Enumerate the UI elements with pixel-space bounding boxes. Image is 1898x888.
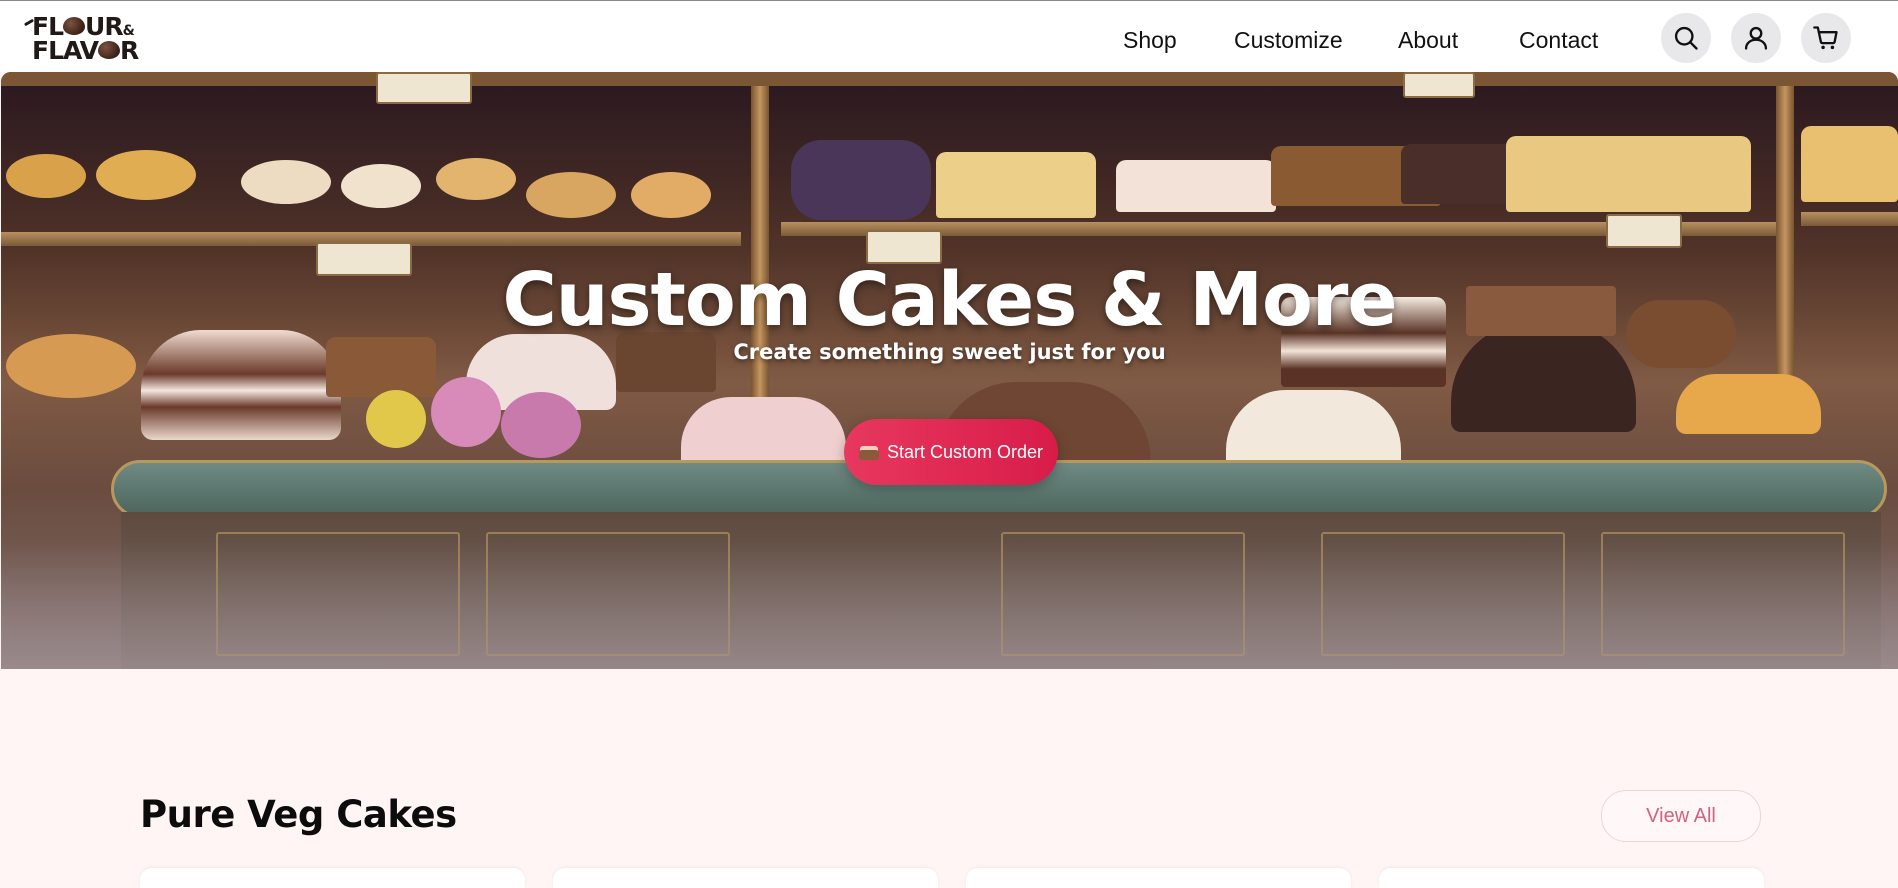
- account-button[interactable]: [1731, 13, 1781, 63]
- start-custom-order-label: Start Custom Order: [886, 441, 1044, 462]
- top-beam: [1, 72, 1898, 86]
- hero-banner: Custom Cakes & More Create something swe…: [1, 72, 1898, 669]
- pastry: [436, 158, 516, 200]
- product-card[interactable]: [140, 868, 525, 888]
- pastry: [96, 150, 196, 200]
- hero-fade: [1, 542, 1898, 669]
- user-icon: [1744, 26, 1768, 50]
- view-all-button[interactable]: View All: [1601, 790, 1761, 842]
- macaron: [431, 377, 501, 447]
- hero-title: Custom Cakes & More: [502, 257, 1397, 343]
- product-card[interactable]: [1379, 868, 1764, 888]
- section-title: Pure Veg Cakes: [140, 793, 457, 836]
- top-navigation-bar: FL UR& FLAV R Shop Customize About Contact: [0, 0, 1898, 72]
- price-label-card: [1403, 72, 1475, 98]
- nav-customize[interactable]: Customize: [1234, 27, 1343, 53]
- pastry: [341, 164, 421, 208]
- product-card[interactable]: [553, 868, 938, 888]
- cart-icon: [1813, 26, 1838, 50]
- cart-button[interactable]: [1801, 13, 1851, 63]
- pastry: [631, 172, 711, 218]
- shelf: [1801, 212, 1898, 226]
- macaron: [366, 390, 426, 448]
- price-label-card: [376, 72, 472, 104]
- start-custom-order-button[interactable]: Start Custom Order: [844, 419, 1058, 485]
- cake-slice: [936, 152, 1096, 218]
- search-icon: [1674, 26, 1698, 50]
- product-card[interactable]: [966, 868, 1351, 888]
- cake-slice: [1116, 160, 1276, 212]
- chocolate-ball-icon: [63, 17, 86, 35]
- cookie-tray: [1506, 136, 1751, 212]
- search-button[interactable]: [1661, 13, 1711, 63]
- chocolate-ball-icon: [98, 41, 121, 59]
- pastry: [6, 154, 86, 198]
- cake-icon: [858, 444, 879, 460]
- nav-contact[interactable]: Contact: [1519, 27, 1598, 53]
- price-label-card: [1606, 214, 1682, 248]
- pastry: [526, 172, 616, 218]
- macaron: [501, 392, 581, 458]
- logo-line-2: FLAV R: [32, 36, 139, 65]
- pastry: [791, 140, 931, 220]
- fruit-tart: [1676, 374, 1821, 434]
- bakery-background-illustration: [1, 72, 1898, 669]
- hero-subtitle: Create something sweet just for you: [733, 340, 1166, 364]
- nav-shop[interactable]: Shop: [1123, 27, 1177, 53]
- pastry: [241, 160, 331, 204]
- cookie-tray: [1801, 126, 1898, 202]
- flour-and-flavor-logo[interactable]: FL UR& FLAV R: [22, 13, 142, 67]
- nav-about[interactable]: About: [1398, 27, 1458, 53]
